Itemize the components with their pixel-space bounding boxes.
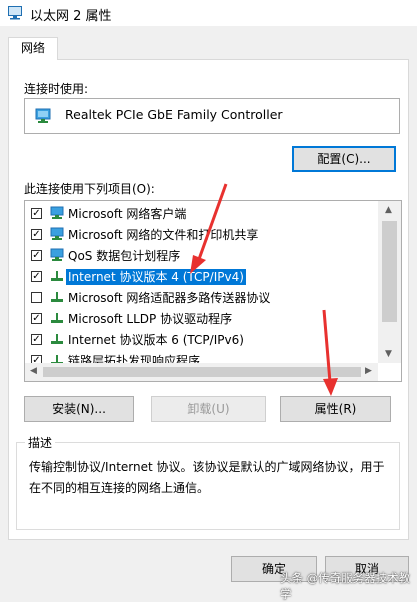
network-client-icon	[50, 206, 64, 219]
checkbox[interactable]: ✓	[31, 229, 42, 240]
scroll-up-icon[interactable]: ▲	[385, 205, 392, 215]
list-item-lldp[interactable]: ✓ Microsoft LLDP 协议驱动程序	[25, 309, 378, 330]
protocol-icon	[51, 271, 63, 281]
properties-button[interactable]: 属性(R)	[280, 396, 391, 422]
description-legend: 描述	[25, 434, 56, 451]
list-item-label: QoS 数据包计划程序	[68, 249, 181, 263]
checkbox[interactable]	[31, 292, 42, 303]
network-adapter-icon	[8, 6, 22, 20]
scroll-thumb[interactable]	[43, 367, 361, 377]
list-item-label: Microsoft 网络的文件和打印机共享	[68, 228, 259, 242]
protocol-icon	[51, 313, 63, 323]
protocol-icon	[51, 292, 63, 302]
list-item-label: 链路层拓扑发现响应程序	[68, 354, 201, 363]
list-item-label: Internet 协议版本 6 (TCP/IPv6)	[68, 333, 244, 347]
list-item-lltd-responder[interactable]: ✓ 链路层拓扑发现响应程序	[25, 351, 378, 363]
adapter-name: Realtek PCIe GbE Family Controller	[65, 107, 283, 122]
items-label: 此连接使用下列项目(O):	[24, 182, 155, 196]
install-button[interactable]: 安装(N)...	[24, 396, 134, 422]
description-text: 传输控制协议/Internet 协议。该协议是默认的广域网络协议，用于在不同的相…	[29, 460, 385, 495]
list-item-ipv4[interactable]: ✓ Internet 协议版本 4 (TCP/IPv4)	[25, 267, 378, 288]
configure-button[interactable]: 配置(C)...	[292, 146, 396, 172]
network-service-icon	[50, 248, 64, 261]
checkbox[interactable]: ✓	[31, 334, 42, 345]
adapter-box: Realtek PCIe GbE Family Controller	[24, 98, 400, 134]
tab-network[interactable]: 网络	[8, 37, 58, 60]
uninstall-button[interactable]: 卸载(U)	[151, 396, 266, 422]
list-item-ms-client[interactable]: ✓ Microsoft 网络客户端	[25, 204, 378, 225]
list-item-label: Microsoft 网络适配器多路传送器协议	[68, 291, 271, 305]
description-group: 描述 传输控制协议/Internet 协议。该协议是默认的广域网络协议，用于在不…	[16, 434, 400, 530]
connect-using-label: 连接时使用:	[24, 82, 89, 96]
scroll-right-icon[interactable]: ▶	[365, 366, 372, 376]
checkbox[interactable]: ✓	[31, 313, 42, 324]
items-list-content: ✓ Microsoft 网络客户端 ✓ Microsoft 网络的文件和打印机共…	[25, 201, 378, 363]
checkbox[interactable]: ✓	[31, 208, 42, 219]
list-item-label: Microsoft 网络客户端	[68, 207, 187, 221]
list-item-multiplexor[interactable]: Microsoft 网络适配器多路传送器协议	[25, 288, 378, 309]
scroll-down-icon[interactable]: ▼	[385, 349, 392, 359]
list-item-file-printer-sharing[interactable]: ✓ Microsoft 网络的文件和打印机共享	[25, 225, 378, 246]
window-title: 以太网 2 属性	[30, 9, 112, 24]
checkbox[interactable]: ✓	[31, 250, 42, 261]
horizontal-scrollbar[interactable]: ◀ ▶	[25, 363, 378, 381]
list-item-label: Microsoft LLDP 协议驱动程序	[68, 312, 233, 326]
network-service-icon	[50, 227, 64, 240]
list-item-qos[interactable]: ✓ QoS 数据包计划程序	[25, 246, 378, 267]
watermark: 头条 @传奇服务器技术教学	[280, 571, 411, 601]
protocol-icon	[51, 334, 63, 344]
scroll-thumb[interactable]	[382, 221, 397, 322]
vertical-scrollbar[interactable]: ▲ ▼	[378, 201, 401, 363]
checkbox[interactable]: ✓	[31, 271, 42, 282]
network-adapter-icon	[35, 108, 51, 123]
title-bar: 以太网 2 属性	[0, 0, 417, 26]
scroll-left-icon[interactable]: ◀	[30, 366, 37, 376]
list-item-label: Internet 协议版本 4 (TCP/IPv4)	[66, 269, 246, 285]
checkbox[interactable]: ✓	[31, 355, 42, 363]
protocol-icon	[51, 355, 63, 363]
list-item-ipv6[interactable]: ✓ Internet 协议版本 6 (TCP/IPv6)	[25, 330, 378, 351]
items-list[interactable]: ✓ Microsoft 网络客户端 ✓ Microsoft 网络的文件和打印机共…	[24, 200, 402, 382]
